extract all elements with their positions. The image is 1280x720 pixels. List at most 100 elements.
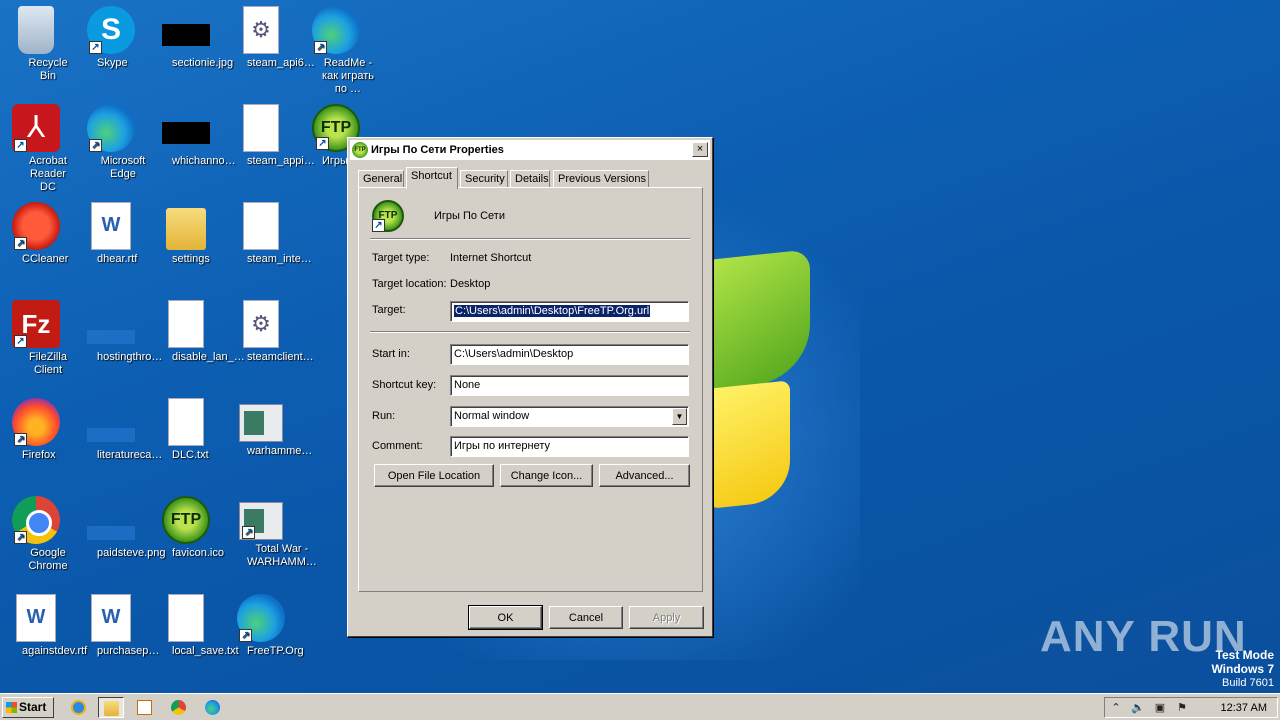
icon-label: disable_lan_… bbox=[172, 351, 245, 363]
desktop-icon-steam-api6[interactable]: ⚙ steam_api6… bbox=[223, 6, 315, 69]
icon-label: Acrobat Reader DC bbox=[29, 155, 67, 193]
tab-details[interactable]: Details bbox=[510, 170, 550, 188]
cancel-button[interactable]: Cancel bbox=[549, 606, 623, 629]
icon-label: dhear.rtf bbox=[97, 253, 138, 265]
target-label: Target: bbox=[372, 304, 406, 316]
target-type-value: Internet Shortcut bbox=[450, 252, 532, 264]
desktop-icon-hostingthro[interactable]: hostingthro… bbox=[73, 300, 162, 363]
desktop-icon-favicon[interactable]: FTP favicon.ico bbox=[148, 496, 224, 559]
desktop-icon-warhamme[interactable]: warhamme… bbox=[223, 398, 312, 457]
desktop-icon-filezilla[interactable]: Fz ↗ FileZilla Client bbox=[0, 300, 74, 376]
tab-security[interactable]: Security bbox=[460, 170, 508, 188]
change-icon-button[interactable]: Change Icon... bbox=[500, 464, 593, 487]
taskbar: Start ⌃ 🔈 ▣ ⚑ 12:37 AM bbox=[0, 693, 1280, 720]
icon-label: Skype bbox=[97, 57, 128, 69]
desktop-icon-disable-lan[interactable]: disable_lan_… bbox=[148, 300, 245, 363]
desktop-icon-sectionie[interactable]: sectionie.jpg bbox=[148, 6, 233, 69]
build-line: Build 7601 bbox=[1222, 677, 1274, 689]
desktop-icon-whichanno[interactable]: whichanno… bbox=[148, 104, 236, 167]
advanced-button[interactable]: Advanced... bbox=[599, 464, 690, 487]
desktop-icon-steam-appi[interactable]: steam_appi… bbox=[223, 104, 315, 167]
desktop-icon-dhear[interactable]: W dhear.rtf bbox=[73, 202, 149, 265]
action-center-flag-icon[interactable]: ⚑ bbox=[1175, 701, 1189, 715]
icon-label: FileZilla Client bbox=[29, 351, 67, 376]
desktop-icon-chrome[interactable]: ↗ Google Chrome bbox=[0, 496, 74, 572]
desktop-icon-againstdev[interactable]: W againstdev.rtf bbox=[0, 594, 87, 657]
settings-file-icon: ⚙ bbox=[243, 6, 279, 54]
taskbar-edge-button[interactable] bbox=[200, 697, 226, 718]
desktop-icon-recycle-bin[interactable]: Recycle Bin bbox=[0, 6, 74, 82]
taskbar-media-player-button[interactable] bbox=[132, 697, 158, 718]
desktop-icon-edge[interactable]: ↗ Microsoft Edge bbox=[73, 104, 149, 180]
tab-shortcut[interactable]: Shortcut bbox=[406, 167, 458, 189]
ok-button[interactable]: OK bbox=[468, 605, 543, 630]
clock[interactable]: 12:37 AM bbox=[1221, 702, 1267, 714]
folder-icon bbox=[166, 208, 206, 250]
close-button[interactable]: × bbox=[692, 142, 708, 157]
icon-label: favicon.ico bbox=[172, 547, 224, 559]
network-icon[interactable]: ▣ bbox=[1153, 701, 1167, 715]
desktop-icon-settings[interactable]: settings bbox=[148, 202, 224, 265]
open-file-location-button[interactable]: Open File Location bbox=[374, 464, 494, 487]
target-field[interactable]: C:\Users\admin\Desktop\FreeTP.Org.url bbox=[450, 301, 689, 322]
icon-label: Recycle Bin bbox=[28, 57, 68, 82]
image-thumbnail-icon bbox=[162, 24, 210, 46]
desktop-icon-acrobat[interactable]: ⅄ ↗ Acrobat Reader DC bbox=[0, 104, 74, 193]
word-document-icon: W bbox=[91, 594, 131, 642]
edge-icon bbox=[205, 700, 220, 715]
icon-label: settings bbox=[172, 253, 210, 265]
shortcut-key-field[interactable]: None bbox=[450, 375, 689, 396]
desktop-icon-firefox[interactable]: ↗ Firefox bbox=[0, 398, 74, 461]
apply-button[interactable]: Apply bbox=[629, 606, 704, 629]
recycle-bin-icon bbox=[18, 6, 54, 54]
chrome-icon: ↗ bbox=[12, 496, 60, 544]
desktop-icon-steamclient[interactable]: ⚙ steamclient… bbox=[223, 300, 314, 363]
media-player-icon bbox=[137, 700, 152, 715]
start-in-label: Start in: bbox=[372, 348, 410, 360]
taskbar-ie-button[interactable] bbox=[66, 697, 92, 718]
desktop-icon-literatureca[interactable]: literatureca… bbox=[73, 398, 162, 461]
desktop-icon-steam-inte[interactable]: steam_inte… bbox=[223, 202, 312, 265]
text-file-icon bbox=[243, 202, 279, 250]
desktop-icon-readme[interactable]: ↗ ReadMe - как играть по … bbox=[298, 6, 374, 95]
icon-label: CCleaner bbox=[22, 253, 69, 265]
run-value: Normal window bbox=[454, 410, 530, 422]
tab-previous-versions[interactable]: Previous Versions bbox=[553, 170, 649, 188]
show-hidden-icons-icon[interactable]: ⌃ bbox=[1109, 701, 1123, 715]
dialog-titlebar[interactable]: FTP Игры По Сети Properties × bbox=[350, 140, 710, 160]
start-button[interactable]: Start bbox=[2, 697, 54, 718]
comment-field[interactable]: Игры по интернету bbox=[450, 436, 689, 457]
test-mode-notice: Test Mode Windows 7 Build 7601 bbox=[1211, 648, 1274, 690]
shortcut-name: Игры По Сети bbox=[434, 210, 505, 222]
target-type-label: Target type: bbox=[372, 252, 430, 264]
chevron-down-icon[interactable]: ▼ bbox=[672, 408, 687, 425]
taskbar-chrome-button[interactable] bbox=[166, 697, 192, 718]
desktop-icon-freetp[interactable]: ↗ FreeTP.Org bbox=[223, 594, 304, 657]
start-label: Start bbox=[19, 700, 47, 714]
tab-general[interactable]: General bbox=[358, 170, 404, 188]
word-document-icon: W bbox=[16, 594, 56, 642]
desktop-icon-purchasep[interactable]: W purchasep… bbox=[73, 594, 159, 657]
desktop-icon-paidsteve[interactable]: paidsteve.png bbox=[73, 496, 166, 559]
run-select[interactable]: Normal window ▼ bbox=[450, 406, 689, 427]
internet-explorer-icon bbox=[71, 700, 86, 715]
icon-label: againstdev.rtf bbox=[22, 645, 88, 657]
taskbar-explorer-button[interactable] bbox=[98, 697, 124, 718]
desktop-icon-skype[interactable]: S ↗ Skype bbox=[73, 6, 149, 69]
image-thumbnail-icon bbox=[162, 122, 210, 144]
folder-icon bbox=[104, 701, 119, 716]
volume-icon[interactable]: 🔈 bbox=[1131, 701, 1145, 715]
target-location-value: Desktop bbox=[450, 278, 491, 290]
wallpaper-logo-yellow bbox=[700, 380, 790, 510]
shortcut-key-label: Shortcut key: bbox=[372, 379, 437, 391]
desktop-icon-dlc[interactable]: DLC.txt bbox=[148, 398, 224, 461]
desktop-icon-local-save[interactable]: local_save.txt bbox=[148, 594, 239, 657]
start-in-field[interactable]: C:\Users\admin\Desktop bbox=[450, 344, 689, 365]
icon-label: steam_inte… bbox=[247, 253, 312, 265]
application-icon bbox=[239, 404, 283, 442]
ftp-icon: FTP bbox=[162, 496, 210, 544]
desktop-icon-total-war[interactable]: ↗ Total War - WARHAMM… bbox=[223, 496, 317, 568]
text-file-icon bbox=[168, 300, 204, 348]
icon-label: DLC.txt bbox=[172, 449, 209, 461]
desktop-icon-ccleaner[interactable]: ↗ CCleaner bbox=[0, 202, 74, 265]
